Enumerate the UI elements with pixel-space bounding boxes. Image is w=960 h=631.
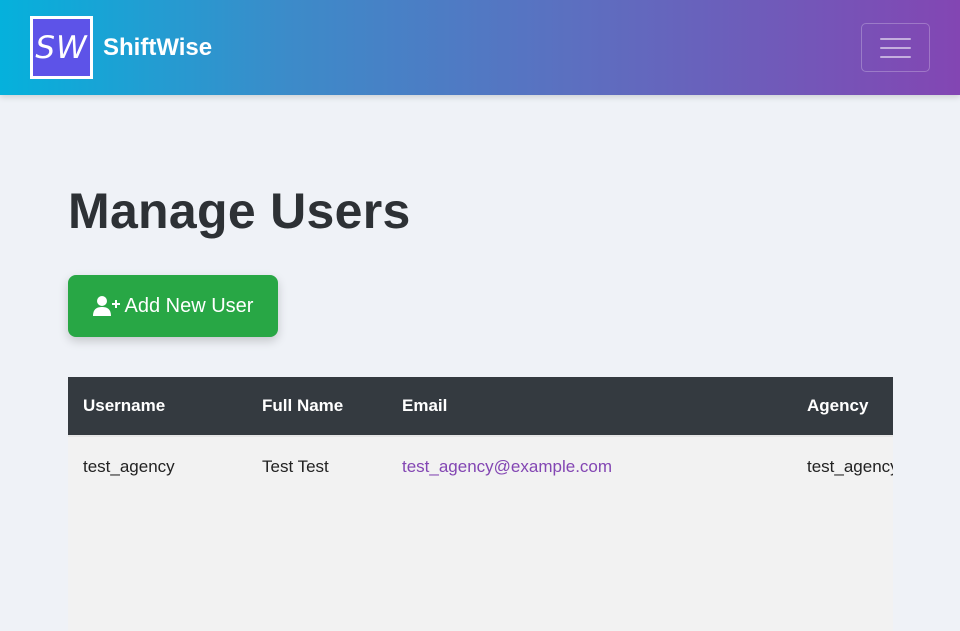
brand-name: ShiftWise (103, 33, 213, 61)
column-header-email: Email (402, 396, 448, 415)
user-plus-icon (92, 295, 121, 317)
cell-username: test_agency (83, 456, 175, 476)
hamburger-menu-icon-bar (880, 46, 911, 49)
cell-full-name: Test Test (262, 456, 329, 476)
table-row: test_agency Test Test test_agency@exampl… (68, 436, 893, 496)
table-header-row: Username Full Name Email Agency (68, 377, 893, 436)
column-header-full-name: Full Name (262, 396, 344, 415)
column-header-username: Username (83, 396, 166, 415)
page-title: Manage Users (68, 183, 411, 239)
users-table: Username Full Name Email Agency test_age… (68, 377, 893, 496)
cell-agency: test_agency (807, 456, 893, 476)
add-new-user-button[interactable]: Add New User (68, 275, 278, 337)
logo: SW (30, 16, 93, 79)
navbar-toggler-button[interactable] (861, 23, 930, 72)
cell-email: test_agency@example.com (387, 436, 792, 496)
hamburger-menu-icon-bar (880, 55, 911, 58)
column-header-agency: Agency (807, 396, 869, 415)
navbar: SW ShiftWise (0, 0, 960, 95)
hamburger-menu-icon (880, 37, 911, 40)
add-new-user-label: Add New User (124, 294, 254, 317)
users-table-container: Username Full Name Email Agency test_age… (68, 377, 893, 631)
logo-text: SW (35, 29, 88, 66)
brand-link[interactable]: SW ShiftWise (30, 16, 212, 79)
email-link[interactable]: test_agency@example.com (402, 457, 612, 476)
